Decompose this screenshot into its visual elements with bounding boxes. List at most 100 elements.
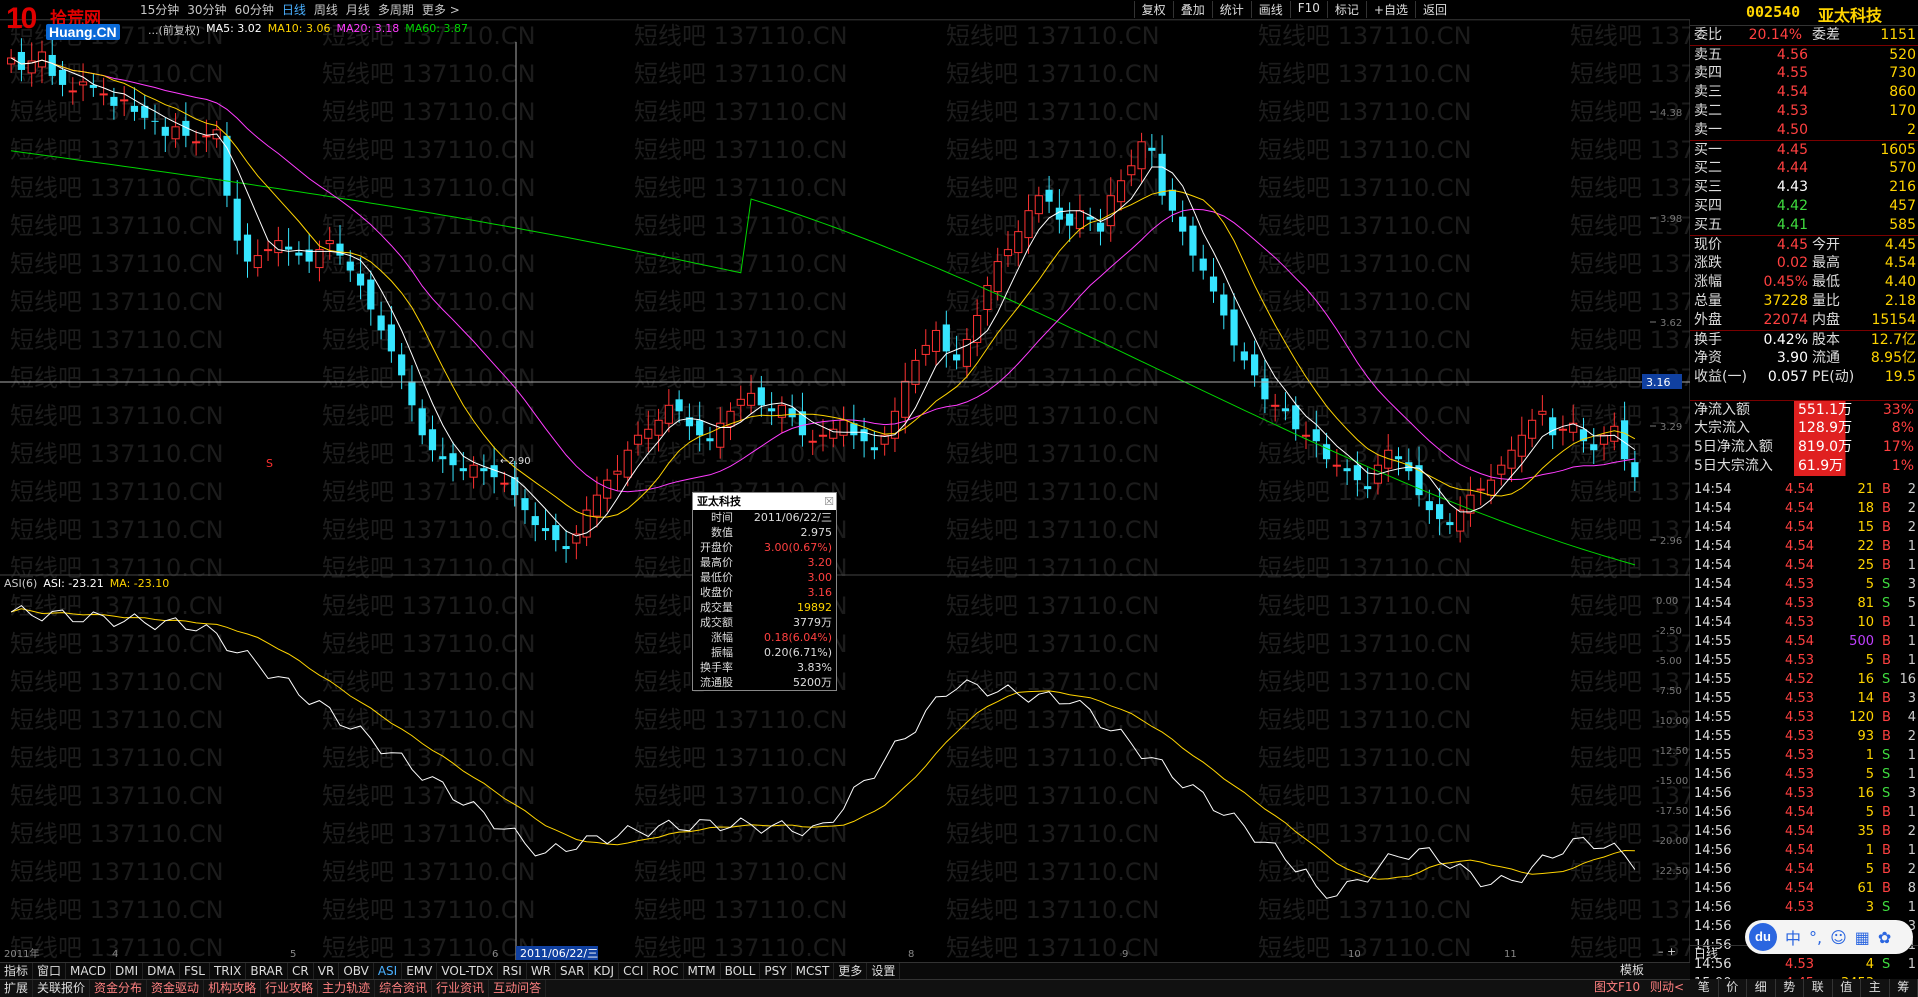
indicator-tab[interactable]: VR [314,963,340,979]
indicator-tab[interactable]: SAR [556,963,590,979]
tick-row[interactable]: 14:54 4.54 15 B 2 [1690,518,1918,537]
f10-link[interactable]: 图文F10 [1594,979,1640,996]
right-tab[interactable]: 值 [1833,979,1861,997]
tick-row[interactable]: 14:55 4.53 93 B 2 [1690,727,1918,746]
bid-row[interactable]: 买四 4.42 457 [1690,197,1918,216]
right-tab[interactable]: 联 [1804,979,1833,997]
right-tab[interactable]: 细 [1747,979,1776,997]
bottom-tab[interactable]: 行业资讯 [432,980,490,997]
tick-row[interactable]: 14:54 4.53 81 S 5 [1690,594,1918,613]
bottom-tab[interactable]: 关联报价 [33,980,91,997]
bottom-tab[interactable]: 资金分布 [90,980,148,997]
period-tab[interactable]: 日线 [278,1,310,18]
period-tab[interactable]: 多周期 [374,1,418,18]
indicator-tab[interactable]: MACD [66,963,112,979]
ime-item-icon[interactable]: ✿ [1878,928,1891,947]
indicator-tab[interactable]: DMI [111,963,144,979]
tick-row[interactable]: 14:56 4.53 16 S 3 [1690,784,1918,803]
close-icon[interactable]: ☒ [824,493,834,510]
period-tab[interactable]: 周线 [310,1,342,18]
bottom-tab[interactable]: 互动问答 [489,980,547,997]
period-tab[interactable]: 15分钟 [136,1,183,18]
bid-row[interactable]: 买五 4.41 585 [1690,216,1918,235]
indicator-tab[interactable]: DMA [143,963,180,979]
indicator-tab[interactable]: BOLL [721,963,761,979]
indicator-tab[interactable]: FSL [180,963,210,979]
tick-row[interactable]: 14:56 4.54 5 B 1 [1690,803,1918,822]
tick-row[interactable]: 14:54 4.54 18 B 2 [1690,499,1918,518]
tool-button[interactable]: 画线 [1250,1,1290,18]
bid-row[interactable]: 买三 4.43 216 [1690,178,1918,197]
status-label[interactable]: 则动< [1650,979,1684,996]
tick-row[interactable]: 14:55 4.53 14 B 3 [1690,689,1918,708]
right-tab[interactable]: 势 [1776,979,1804,997]
tick-row[interactable]: 14:55 4.54 500 B 1 [1690,632,1918,651]
ask-row[interactable]: 卖四 4.55 730 [1690,64,1918,83]
tick-row[interactable]: 14:54 4.53 10 B 1 [1690,613,1918,632]
ask-row[interactable]: 卖五 4.56 520 [1690,45,1918,64]
tick-row[interactable]: 14:55 4.53 5 B 1 [1690,651,1918,670]
tick-row[interactable]: 14:54 4.54 21 B 2 [1690,480,1918,499]
ime-item-icon[interactable]: °, [1809,928,1822,947]
indicator-tab[interactable]: BRAR [246,963,289,979]
tick-row[interactable]: 14:54 4.54 25 B 1 [1690,556,1918,575]
bottom-tab[interactable]: 资金驱动 [147,980,205,997]
tick-row[interactable]: 14:56 4.54 61 B 8 [1690,879,1918,898]
bottom-tab[interactable]: 行业攻略 [261,980,319,997]
ime-item-icon[interactable]: ▦ [1855,928,1870,947]
ask-row[interactable]: 卖一 4.50 2 [1690,121,1918,140]
tick-row[interactable]: 14:55 4.52 16 S 16 [1690,670,1918,689]
indicator-tab[interactable]: CCI [619,963,649,979]
indicator-tab[interactable]: MTM [684,963,721,979]
tool-button[interactable]: 叠加 [1172,1,1212,18]
indicator-tab[interactable]: 指标 [0,963,34,979]
indicator-tab[interactable]: TRIX [210,963,247,979]
indicator-tab[interactable]: VOL-TDX [437,963,499,979]
bid-row[interactable]: 买一 4.45 1605 [1690,140,1918,159]
indicator-tab[interactable]: KDJ [589,963,620,979]
tool-button[interactable]: 统计 [1211,1,1251,18]
indicator-tab[interactable]: PSY [760,963,792,979]
tick-row[interactable]: 14:55 4.53 1 S 1 [1690,746,1918,765]
kline-chart[interactable]: 短线吧 137110.CN 短线吧 137110.CN 短线吧 137110.CN 短… [0,20,1690,965]
ime-item-icon[interactable]: ☺ [1830,928,1847,947]
tool-button[interactable]: +自选 [1365,1,1415,18]
tick-row[interactable]: 14:56 4.53 3 S 1 [1690,898,1918,917]
right-tab[interactable]: 笔 [1690,979,1719,997]
indicator-tab[interactable]: EMV [402,963,438,979]
indicator-tab[interactable]: OBV [339,963,374,979]
bottom-tab[interactable]: 机构攻略 [204,980,262,997]
tick-row[interactable]: 14:54 4.53 5 S 3 [1690,575,1918,594]
ask-row[interactable]: 卖三 4.54 860 [1690,83,1918,102]
indicator-tab[interactable]: RSI [498,963,527,979]
right-tab[interactable]: 筹 [1890,979,1918,997]
period-tab[interactable]: 30分钟 [183,1,230,18]
tool-button[interactable]: 标记 [1326,1,1366,18]
tick-row[interactable]: 14:55 4.53 120 B 4 [1690,708,1918,727]
period-tab[interactable]: 月线 [342,1,374,18]
ask-row[interactable]: 卖二 4.53 170 [1690,102,1918,121]
bottom-tab[interactable]: 主力轨迹 [318,980,376,997]
period-tab[interactable]: 60分钟 [231,1,278,18]
tick-row[interactable]: 14:56 4.53 5S 1 [1690,765,1918,784]
tick-row[interactable]: 14:56 4.54 5 B 2 [1690,860,1918,879]
tool-button[interactable]: 复权 [1133,1,1173,18]
tool-button[interactable]: F10 [1289,1,1327,18]
template-label[interactable]: 模板 [1620,962,1644,978]
right-tab[interactable]: 主 [1861,979,1890,997]
right-tab[interactable]: 价 [1719,979,1747,997]
indicator-tab[interactable]: MCST [792,963,835,979]
indicator-tab[interactable]: 窗口 [33,963,67,979]
tick-row[interactable]: 14:56 4.54 35 B 2 [1690,822,1918,841]
period-tab[interactable]: 更多 > [418,1,464,18]
indicator-tab[interactable]: WR [527,963,557,979]
indicator-tab[interactable]: 设置 [867,963,901,979]
tool-button[interactable]: 返回 [1414,1,1454,18]
bottom-tab[interactable]: 扩展 [0,980,34,997]
tick-row[interactable]: 14:54 4.54 22 B 1 [1690,537,1918,556]
indicator-tab[interactable]: 更多 [834,963,868,979]
tick-list[interactable]: 14:54 4.54 21 B 2 14:54 4.54 18 B 2 14:54 4.54 15 B 2 1… [1690,480,1918,993]
indicator-tab[interactable]: CR [288,963,314,979]
indicator-tab[interactable]: ROC [648,963,684,979]
ime-item-icon[interactable]: 中 [1785,925,1801,949]
